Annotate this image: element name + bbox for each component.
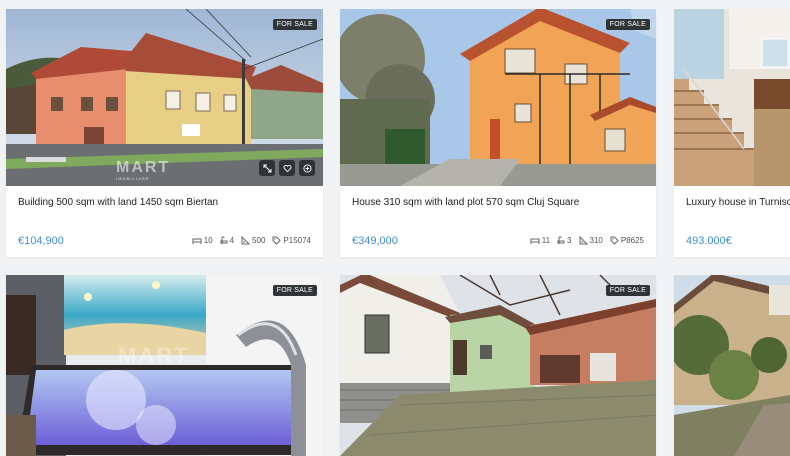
listing-photo[interactable]: FOR SALE <box>340 9 656 186</box>
bed-icon <box>530 238 540 244</box>
compare-button[interactable] <box>299 160 315 176</box>
listing-card[interactable]: Luxury house in Turnisor 493.000€ <box>674 9 790 257</box>
interior-photo <box>674 9 790 186</box>
photo-actions <box>259 160 315 176</box>
listing-title[interactable]: Luxury house in Turnisor <box>686 197 790 208</box>
listing-title[interactable]: House 310 sqm with land plot 570 sqm Clu… <box>352 197 579 208</box>
rooms-value: 10 <box>203 236 213 245</box>
listing-photo[interactable] <box>674 275 790 456</box>
ref-spec: P8625 <box>610 236 644 245</box>
baths-spec: 3 <box>557 236 572 245</box>
listing-photo[interactable]: FOR SALE MART <box>6 275 323 456</box>
rooms-spec: 10 <box>192 236 213 245</box>
area-value: 500 <box>252 236 266 245</box>
listing-price: €349,000 <box>352 235 398 247</box>
street-photo <box>674 275 790 456</box>
tag-icon <box>272 236 282 245</box>
listing-card[interactable]: FOR SALE MART IMOBILIARE Building 500 sq… <box>6 9 323 257</box>
listing-specs: 10 4 500 P15074 <box>192 236 311 245</box>
listing-photo[interactable]: FOR SALE <box>340 275 656 456</box>
ref-spec: P15074 <box>272 236 311 245</box>
for-sale-badge: FOR SALE <box>605 285 650 296</box>
area-icon <box>241 236 251 245</box>
rooms-spec: 11 <box>530 236 550 245</box>
listing-card[interactable]: FOR SALE House 310 sqm with land plot 57… <box>340 9 656 257</box>
for-sale-badge: FOR SALE <box>272 19 317 30</box>
listing-price: €104,900 <box>18 235 64 247</box>
listing-title[interactable]: Building 500 sqm with land 1450 sqm Bier… <box>18 197 218 208</box>
listing-card[interactable]: FOR SALE MART <box>6 275 323 456</box>
agency-watermark: MART IMOBILIARE <box>116 159 170 181</box>
rooms-value: 11 <box>541 236 551 245</box>
for-sale-badge: FOR SALE <box>272 285 317 296</box>
bath-icon <box>220 236 228 244</box>
compare-icon <box>302 163 312 173</box>
heart-icon <box>283 164 291 172</box>
ref-value: P15074 <box>283 236 311 245</box>
area-spec: 500 <box>241 236 265 245</box>
house-photo <box>340 275 656 456</box>
listing-specs: 11 3 310 P8625 <box>530 236 644 245</box>
expand-icon <box>263 164 271 172</box>
for-sale-badge: FOR SALE <box>605 19 650 30</box>
watermark-text: MART <box>116 159 171 176</box>
bath-icon <box>557 236 565 244</box>
listing-photo[interactable] <box>674 9 790 186</box>
bed-icon <box>192 238 202 244</box>
ref-value: P8625 <box>620 236 644 245</box>
listing-card[interactable] <box>674 275 790 456</box>
watermark-text: MART <box>118 343 190 368</box>
area-value: 310 <box>589 236 603 245</box>
baths-spec: 4 <box>220 236 234 245</box>
area-spec: 310 <box>579 236 603 245</box>
area-icon <box>579 236 588 245</box>
agency-watermark: MART <box>118 343 190 369</box>
favorite-button[interactable] <box>279 160 295 176</box>
listing-photo[interactable]: FOR SALE MART IMOBILIARE <box>6 9 323 186</box>
expand-button[interactable] <box>259 160 275 176</box>
house-photo <box>340 9 656 186</box>
listing-card[interactable]: FOR SALE <box>340 275 656 456</box>
baths-value: 3 <box>567 236 572 245</box>
watermark-subtext: IMOBILIARE <box>116 176 150 181</box>
listing-price: 493.000€ <box>686 235 732 247</box>
tag-icon <box>610 236 619 245</box>
baths-value: 4 <box>229 236 235 245</box>
